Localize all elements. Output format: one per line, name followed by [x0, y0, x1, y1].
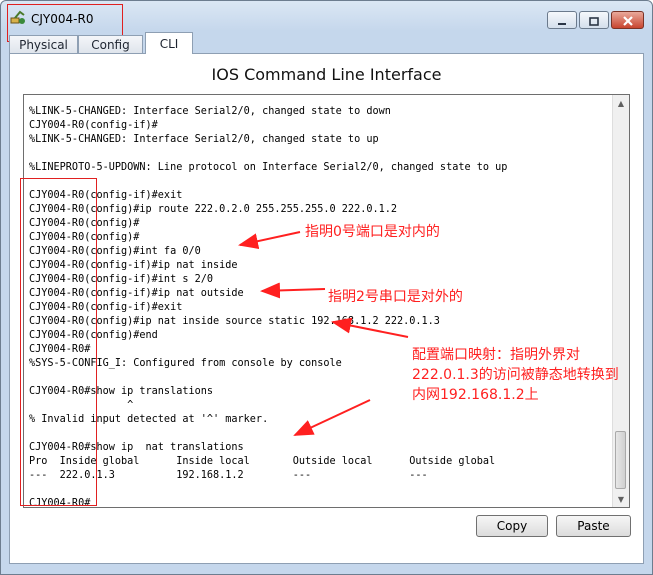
console-line: CJY004-R0(config-if)#ip nat inside — [29, 260, 238, 271]
annotation-mapping-line-3: 内网192.168.1.2上 — [412, 387, 539, 403]
minimize-button[interactable] — [547, 11, 577, 29]
annotation-outside-port: 指明2号串口是对外的 — [328, 289, 463, 305]
console-line: CJY004-R0(config-if)#int s 2/0 — [29, 274, 214, 285]
cli-console[interactable]: %LINK-5-CHANGED: Interface Serial2/0, ch… — [23, 94, 630, 508]
cli-panel: IOS Command Line Interface %LINK-5-CHANG… — [9, 53, 644, 564]
scroll-up-icon[interactable]: ▲ — [613, 95, 629, 111]
tab-cli[interactable]: CLI — [145, 32, 193, 54]
console-line: CJY004-R0(config)#ip nat inside source s… — [29, 316, 440, 327]
cli-heading: IOS Command Line Interface — [211, 65, 442, 84]
annotation-mapping-line-1: 配置端口映射：指明外界对 — [412, 347, 580, 363]
maximize-icon — [589, 11, 599, 30]
annotation-static-mapping: 配置端口映射：指明外界对 222.0.1.3的访问被静态地转换到 内网192.1… — [412, 345, 619, 405]
console-line: Pro Inside global Inside local Outside l… — [29, 456, 496, 467]
console-line: CJY004-R0(config)#end — [29, 330, 158, 341]
console-line: CJY004-R0(config-if)#exit — [29, 190, 183, 201]
minimize-icon — [557, 11, 567, 30]
scrollbar-thumb[interactable] — [615, 431, 626, 489]
console-scrollbar[interactable]: ▲ ▼ — [612, 95, 629, 507]
tab-config[interactable]: Config — [78, 35, 143, 53]
annotation-mapping-line-2: 222.0.1.3的访问被静态地转换到 — [412, 367, 619, 383]
tab-physical[interactable]: Physical — [9, 35, 78, 53]
console-line: CJY004-R0(config-if)# — [29, 120, 158, 131]
annotation-inside-port: 指明0号端口是对内的 — [305, 224, 440, 240]
console-line: CJY004-R0(config)#int fa 0/0 — [29, 246, 201, 257]
console-line: CJY004-R0# — [29, 498, 91, 508]
close-button[interactable] — [611, 11, 644, 29]
maximize-button[interactable] — [579, 11, 609, 29]
console-line: %LINK-5-CHANGED: Interface Serial2/0, ch… — [29, 106, 391, 117]
cli-window: CJY004-R0 Physical Config CLI IOS Comman… — [0, 0, 653, 575]
copy-button[interactable]: Copy — [476, 515, 548, 537]
console-line: %LINK-5-CHANGED: Interface Serial2/0, ch… — [29, 134, 379, 145]
console-line: CJY004-R0#show ip nat translations — [29, 442, 244, 453]
paste-button[interactable]: Paste — [556, 515, 631, 537]
command-highlight-box — [20, 178, 97, 506]
console-line: %LINEPROTO-5-UPDOWN: Line protocol on In… — [29, 162, 508, 173]
console-line: --- 222.0.1.3 192.168.1.2 --- --- — [29, 470, 428, 481]
title-bar[interactable]: CJY004-R0 — [1, 1, 652, 42]
scroll-down-icon[interactable]: ▼ — [613, 491, 629, 507]
console-line: CJY004-R0(config)#ip route 222.0.2.0 255… — [29, 204, 398, 215]
console-line: % Invalid input detected at '^' marker. — [29, 414, 269, 425]
close-icon — [622, 11, 633, 30]
